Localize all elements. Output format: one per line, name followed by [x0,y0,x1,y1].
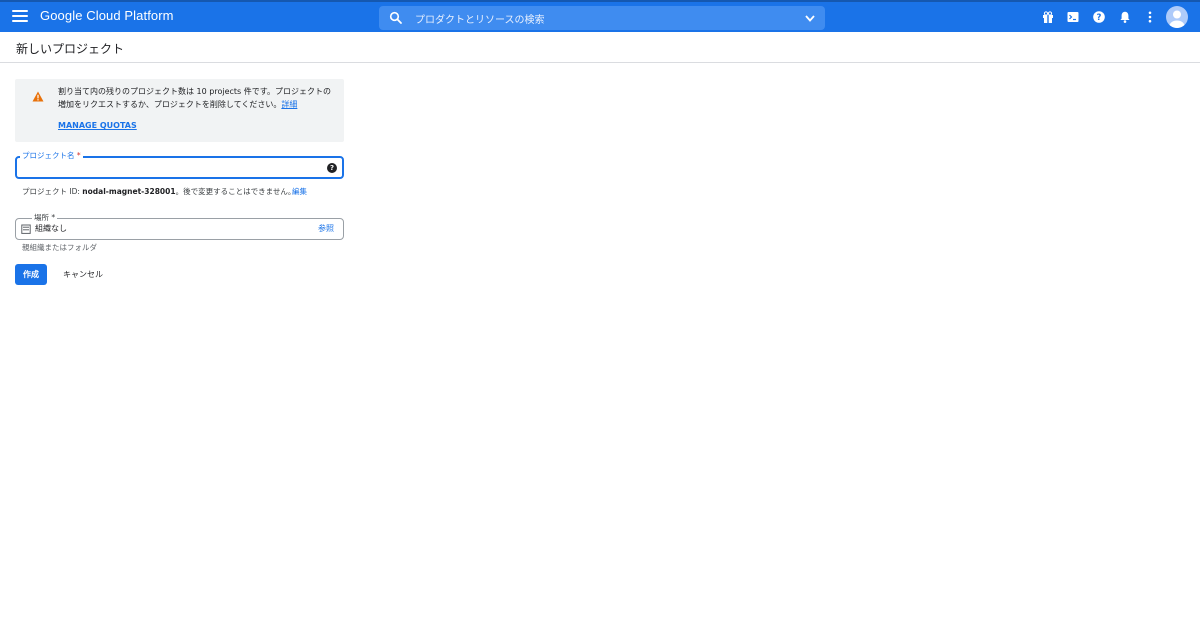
top-app-bar: Google Cloud Platform プロダクトとリソースの検索 ? [0,0,1200,32]
notifications-icon[interactable] [1118,10,1132,24]
manage-quotas-link[interactable]: MANAGE QUOTAS [58,121,137,130]
page-title: 新しいプロジェクト [16,42,125,56]
search-placeholder: プロダクトとリソースの検索 [415,15,545,26]
more-vert-icon[interactable] [1143,10,1157,24]
location-helper-text: 親組織またはフォルダ [22,243,97,252]
required-mark: * [76,151,81,160]
gift-icon[interactable] [1041,10,1055,24]
organization-icon [21,224,31,234]
warning-icon [32,91,44,102]
browse-location-link[interactable]: 参照 [318,223,334,234]
project-id-suffix: 。後で変更することはできません。 [175,187,296,196]
account-avatar[interactable] [1166,6,1188,28]
quota-message: 割り当て内の残りのプロジェクト数は 10 projects 件です。プロジェクト… [58,85,338,111]
project-name-label: プロジェクト名 * [20,150,83,161]
project-id-line: プロジェクト ID: nodal-magnet-328001。後で変更することは… [22,186,295,197]
search-icon [389,11,402,24]
project-id-prefix: プロジェクト ID: [22,187,83,196]
cloud-shell-icon[interactable] [1066,10,1080,24]
menu-icon[interactable] [12,10,28,24]
chevron-down-icon[interactable] [804,12,816,24]
cancel-button[interactable]: キャンセル [56,264,110,285]
project-id-value: nodal-magnet-328001 [82,187,176,196]
details-link[interactable]: 詳細 [281,100,297,109]
create-button[interactable]: 作成 [15,264,47,285]
edit-project-id-link[interactable]: 編集 [292,186,307,197]
quota-notice: 割り当て内の残りのプロジェクト数は 10 projects 件です。プロジェクト… [15,79,344,142]
search-bar[interactable]: プロダクトとリソースの検索 [379,6,825,30]
svg-text:?: ? [1097,13,1102,23]
help-icon[interactable]: ? [1092,10,1106,24]
person-icon [1169,10,1185,28]
location-label: 場所 * [32,212,58,223]
project-name-label-text: プロジェクト名 [22,151,75,160]
project-name-help-icon[interactable]: ? [327,163,337,173]
app-title[interactable]: Google Cloud Platform [40,8,174,23]
location-value: 組織なし [35,224,67,233]
page-header: 新しいプロジェクト [0,32,1200,63]
